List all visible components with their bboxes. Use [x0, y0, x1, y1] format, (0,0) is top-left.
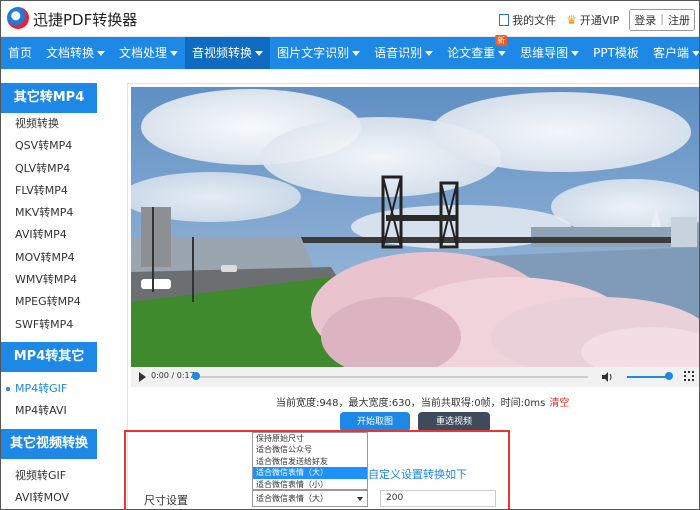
nav-doc-process-label: 文档处理 [119, 46, 168, 60]
brand-title: 迅捷PDF转换器 [33, 11, 138, 29]
sidebar-item[interactable]: FLV转MP4 [1, 180, 97, 202]
nav-ppt[interactable]: PPT模板 [586, 37, 646, 69]
size-select[interactable]: 适合微信表情（大） [252, 490, 368, 507]
nav-mindmap-label: 思维导图 [520, 46, 569, 60]
sidebar-section-from-mp4: MP4转其它 [1, 341, 97, 372]
nav-paper-check[interactable]: 论文查重新 [440, 35, 513, 69]
progress-knob[interactable] [192, 372, 200, 380]
start-capture-button[interactable]: 开始取图 [340, 412, 410, 432]
chevron-down-icon [691, 51, 699, 56]
dropdown-option[interactable]: 适合微信表情（小） [253, 479, 367, 490]
chevron-down-icon [97, 51, 106, 56]
sidebar: 其它转MP4 视频转换 QSV转MP4 QLV转MP4 FLV转MP4 MKV转… [1, 83, 97, 509]
frame-info-text: 当前宽度:948，最大宽度:630，当前共取得:0帧，时间:0ms [276, 398, 546, 409]
play-icon[interactable] [139, 372, 146, 382]
sidebar-item[interactable]: SWF转MP4 [1, 314, 97, 336]
video-preview[interactable] [131, 87, 699, 367]
document-icon [499, 14, 510, 26]
dropdown-option[interactable]: 适合微信发送给好友 [253, 456, 367, 467]
chevron-down-icon [357, 497, 363, 501]
chevron-down-icon [352, 51, 361, 56]
nav-paper-check-label: 论文查重 [447, 46, 496, 60]
size-select-value: 适合微信表情（大） [256, 494, 328, 503]
nav-av-convert[interactable]: 音视频转换 [185, 37, 271, 69]
video-time: 0:00 / 0:17 [151, 371, 195, 380]
nav-home-label: 首页 [8, 46, 33, 60]
size-dropdown-list: 保持原始尺寸 适合微信公众号 适合微信发送给好友 适合微信表情（大） 适合微信表… [252, 432, 368, 490]
vip-label: 开通VIP [579, 14, 620, 27]
nav-ocr-label: 图片文字识别 [277, 46, 350, 60]
sidebar-item[interactable]: 视频转GIF [1, 465, 97, 487]
fullscreen-icon[interactable] [684, 371, 694, 381]
progress-bar[interactable] [196, 376, 588, 378]
dropdown-option-selected[interactable]: 适合微信表情（大） [253, 467, 367, 479]
main-panel: 0:00 / 0:17 当前宽度:948，最大宽度:630，当前共取得:0帧，时… [124, 83, 699, 509]
nav-av-convert-label: 音视频转换 [192, 46, 253, 60]
sidebar-item[interactable]: MPEG转MP4 [1, 291, 97, 313]
volume-slider[interactable] [627, 376, 669, 378]
my-files-label: 我的文件 [512, 14, 557, 27]
sidebar-item-mp4-gif[interactable]: MP4转GIF [1, 378, 97, 400]
crown-icon: ♛ [566, 13, 577, 27]
sidebar-item[interactable]: WMV转MP4 [1, 269, 97, 291]
main-nav: 首页 文档转换 文档处理 音视频转换 图片文字识别 语音识别 论文查重新 思维导… [1, 35, 699, 69]
nav-doc-convert-label: 文档转换 [46, 46, 95, 60]
sidebar-item[interactable]: AVI转MOV [1, 487, 97, 509]
dropdown-option[interactable]: 保持原始尺寸 [253, 433, 367, 444]
nav-client-label: 客户端 [652, 46, 689, 60]
nav-ppt-label: PPT模板 [593, 46, 639, 60]
chevron-down-icon [498, 51, 507, 56]
clear-link[interactable]: 清空 [549, 398, 569, 409]
reselect-video-button[interactable]: 重选视频 [418, 412, 490, 432]
size-setting-label: 尺寸设置 [144, 494, 188, 507]
my-files-link[interactable]: 我的文件 [499, 12, 556, 28]
new-badge: 新 [495, 35, 508, 46]
login-button[interactable]: 登录 [630, 10, 660, 30]
sidebar-section-to-mp4: 其它转MP4 [1, 83, 97, 113]
nav-speech-label: 语音识别 [374, 46, 423, 60]
chevron-down-icon [571, 51, 580, 56]
chevron-down-icon [170, 51, 179, 56]
nav-client[interactable]: 客户端 [646, 37, 699, 69]
sidebar-item[interactable]: QSV转MP4 [1, 135, 97, 157]
sidebar-item[interactable]: 视频转换 [1, 113, 97, 135]
custom-settings-heading: 自定义设置转换如下 [368, 468, 467, 481]
register-button[interactable]: 注册 [664, 10, 694, 30]
nav-doc-process[interactable]: 文档处理 [112, 37, 185, 69]
sidebar-item[interactable]: MKV转MP4 [1, 202, 97, 224]
volume-knob[interactable] [665, 372, 673, 380]
sidebar-item[interactable]: MOV转MP4 [1, 247, 97, 269]
nav-speech[interactable]: 语音识别 [367, 37, 440, 69]
chevron-down-icon [425, 51, 434, 56]
top-bar: 迅捷PDF转换器 我的文件 ♛ 开通VIP 登录 | 注册 [1, 1, 699, 37]
video-controls: 0:00 / 0:17 [131, 367, 699, 387]
vip-link[interactable]: ♛ 开通VIP [566, 12, 619, 28]
nav-mindmap[interactable]: 思维导图 [513, 37, 586, 69]
nav-doc-convert[interactable]: 文档转换 [39, 37, 112, 69]
sidebar-item[interactable]: QLV转MP4 [1, 158, 97, 180]
nav-home[interactable]: 首页 [1, 37, 39, 69]
volume-icon[interactable] [601, 371, 613, 383]
dropdown-option[interactable]: 适合微信公众号 [253, 444, 367, 455]
sidebar-item[interactable]: MP4转AVI [1, 400, 97, 422]
video-frame-image [131, 87, 699, 367]
auth-buttons: 登录 | 注册 [629, 9, 695, 31]
top-right-links: 我的文件 ♛ 开通VIP 登录 | 注册 [499, 9, 695, 31]
nav-ocr[interactable]: 图片文字识别 [270, 37, 367, 69]
sidebar-section-other-video: 其它视频转换 [1, 428, 97, 459]
size-value-input[interactable]: 200 [380, 490, 496, 507]
app-window: 迅捷PDF转换器 我的文件 ♛ 开通VIP 登录 | 注册 首页 文档转换 文档… [0, 0, 700, 510]
brand-logo-icon [7, 7, 29, 29]
sidebar-item[interactable]: AVI转MP4 [1, 224, 97, 246]
chevron-down-icon [255, 51, 264, 56]
frame-info: 当前宽度:948，最大宽度:630，当前共取得:0帧，时间:0ms 清空 [276, 394, 569, 409]
